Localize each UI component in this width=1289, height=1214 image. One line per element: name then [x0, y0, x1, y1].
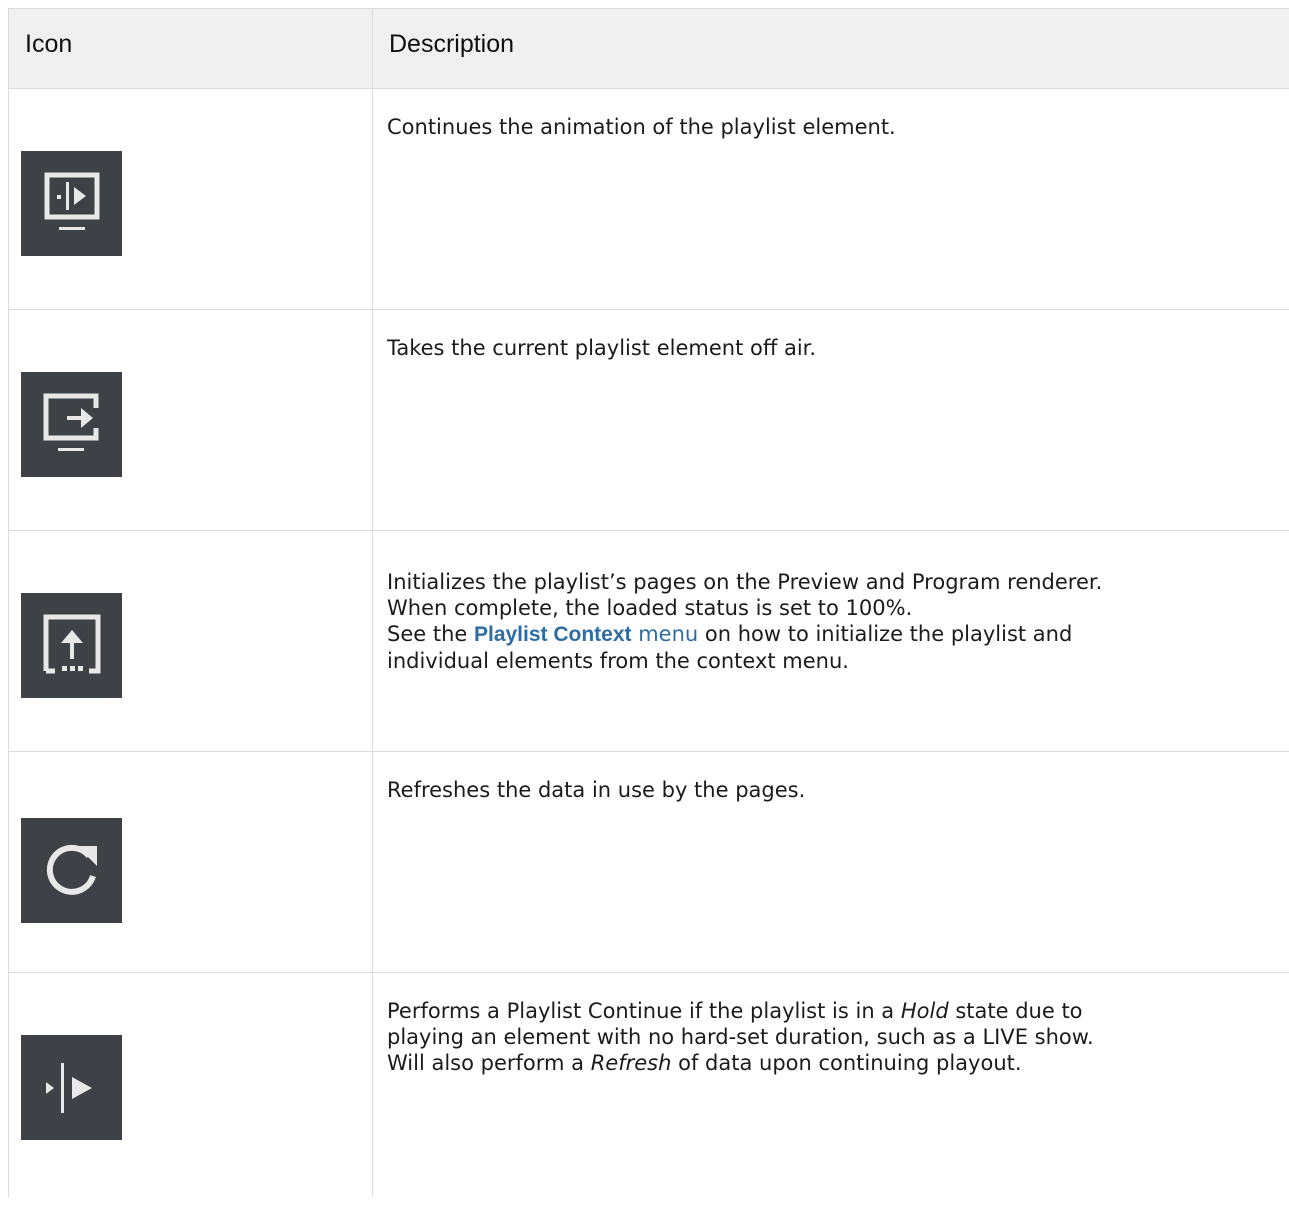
take-out-monitor-icon [21, 372, 122, 477]
icon-cell [9, 310, 373, 530]
table-row: Continues the animation of the playlist … [9, 89, 1289, 310]
icon-cell [9, 89, 373, 309]
description-cell: Performs a Playlist Continue if the play… [373, 973, 1289, 1197]
header-cell-description: Description [373, 9, 1289, 88]
description-cell: Refreshes the data in use by the pages. [373, 752, 1289, 972]
refresh-icon [21, 818, 122, 923]
description-line: Will also perform a Refresh of data upon… [387, 1050, 1289, 1076]
description-text: of data upon continuing playout. [671, 1051, 1022, 1075]
playlist-continue-icon [21, 1035, 122, 1140]
description-text: state due to [948, 999, 1083, 1023]
icon-cell [9, 752, 373, 972]
description-text: See the [387, 622, 474, 646]
table-row: Takes the current playlist element off a… [9, 310, 1289, 531]
description-text: Continues the animation of the playlist … [387, 115, 896, 139]
description-cell: Initializes the playlist’s pages on the … [373, 531, 1289, 751]
header-cell-icon: Icon [9, 9, 373, 88]
description-line: See the Playlist Context menu on how to … [387, 621, 1289, 648]
table-header: Icon Description [9, 9, 1289, 89]
description-cell: Takes the current playlist element off a… [373, 310, 1289, 530]
hold-term: Hold [900, 999, 949, 1023]
continue-monitor-icon [21, 151, 122, 256]
icon-description-table: Icon Description Continues the animation… [8, 8, 1289, 1197]
menu-link[interactable]: menu [632, 622, 698, 646]
column-header-description: Description [389, 30, 515, 58]
playlist-context-link[interactable]: Playlist Context [474, 623, 632, 646]
description-line: individual elements from the context men… [387, 649, 849, 673]
description-text: Refreshes the data in use by the pages. [387, 778, 806, 802]
table-row: Performs a Playlist Continue if the play… [9, 973, 1289, 1197]
icon-cell [9, 531, 373, 751]
table-row: Refreshes the data in use by the pages. [9, 752, 1289, 973]
description-line: playing an element with no hard-set dura… [387, 1025, 1094, 1049]
description-text: Takes the current playlist element off a… [387, 336, 817, 360]
description-line: Initializes the playlist’s pages on the … [387, 570, 1103, 594]
description-cell: Continues the animation of the playlist … [373, 89, 1289, 309]
initialize-upload-icon [21, 593, 122, 698]
description-text: Will also perform a [387, 1051, 591, 1075]
column-header-icon: Icon [25, 30, 73, 58]
refresh-term: Refresh [590, 1051, 672, 1075]
table-row: Initializes the playlist’s pages on the … [9, 531, 1289, 752]
icon-cell [9, 973, 373, 1197]
description-text: Performs a Playlist Continue if the play… [387, 999, 901, 1023]
description-line: Performs a Playlist Continue if the play… [387, 998, 1289, 1024]
description-line: When complete, the loaded status is set … [387, 596, 913, 620]
description-text: on how to initialize the playlist and [698, 622, 1073, 646]
